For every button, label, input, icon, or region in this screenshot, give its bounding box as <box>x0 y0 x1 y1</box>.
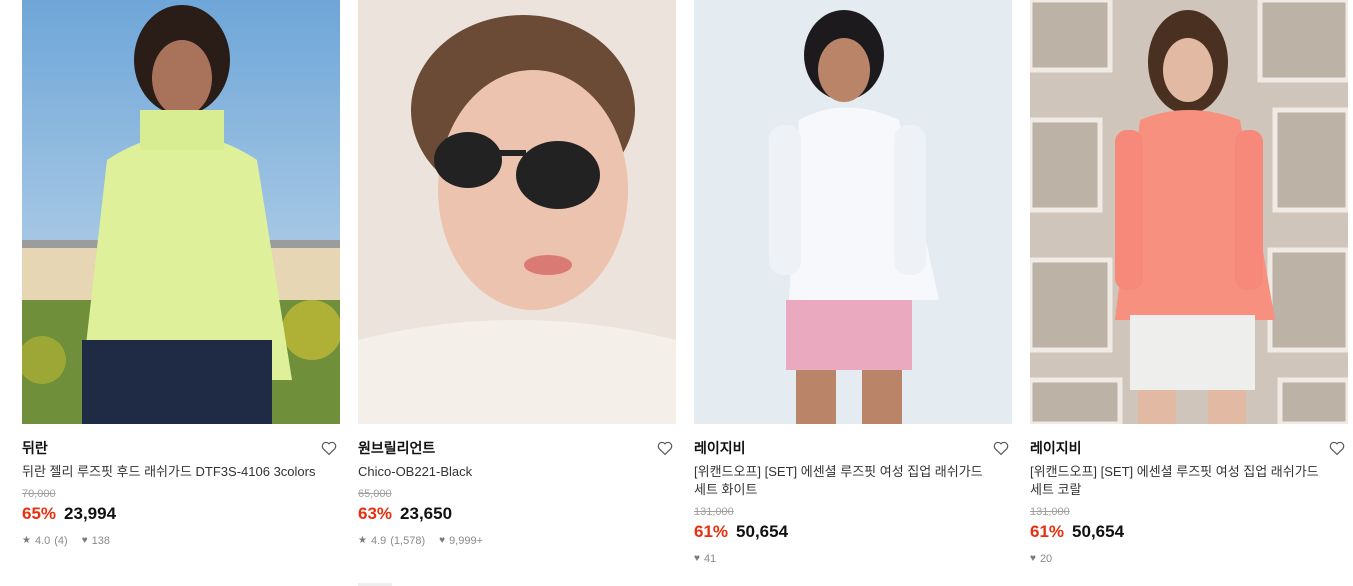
product-meta: ★ 4.0 (4) ♥ 138 <box>22 534 340 548</box>
price-row: 61% 50,654 <box>1030 521 1348 543</box>
product-image[interactable] <box>358 0 676 424</box>
rating-value: 4.0 <box>34 535 51 547</box>
heart-outline-icon[interactable] <box>656 439 674 457</box>
price-row: 65% 23,994 <box>22 503 340 525</box>
original-price: 131,000 <box>1030 506 1070 518</box>
rating-value: 4.9 <box>370 535 387 547</box>
price-row: 61% 50,654 <box>694 521 1012 543</box>
heart-outline-icon[interactable] <box>992 439 1010 457</box>
original-price: 70,000 <box>22 488 56 500</box>
product-image[interactable] <box>1030 0 1348 424</box>
product-title[interactable]: [위캔드오프] [SET] 에센셜 루즈핏 여성 집업 래쉬가드 세트 코랄 <box>1030 463 1330 499</box>
heart-filled-icon: ♥ <box>1030 553 1036 564</box>
sale-price: 23,650 <box>400 504 453 523</box>
product-title[interactable]: [위캔드오프] [SET] 에센셜 루즈핏 여성 집업 래쉬가드 세트 화이트 <box>694 463 994 499</box>
product-meta: ♥ 41 <box>694 552 1012 566</box>
like-count: 138 <box>91 535 111 547</box>
product-meta: ♥ 20 <box>1030 552 1348 566</box>
original-price: 131,000 <box>694 506 734 518</box>
heart-filled-icon: ♥ <box>81 535 88 546</box>
product-image[interactable] <box>22 0 340 424</box>
product-meta: ★ 4.9 (1,578) ♥ 9,999+ <box>358 534 676 548</box>
brand-name[interactable]: 레이지비 <box>694 438 746 458</box>
product-title[interactable]: 뒤란 젤리 루즈핏 후드 래쉬가드 DTF3S-4106 3colors <box>22 463 322 481</box>
discount-rate: 65% <box>22 504 57 523</box>
product-card[interactable]: 레이지비 [위캔드오프] [SET] 에센셜 루즈핏 여성 집업 래쉬가드 세트… <box>694 0 1012 566</box>
discount-rate: 61% <box>1030 522 1065 541</box>
like-count: 20 <box>1039 553 1053 565</box>
heart-filled-icon: ♥ <box>439 535 446 546</box>
review-count: (4) <box>54 535 68 547</box>
star-icon: ★ <box>358 535 367 546</box>
review-count: (1,578) <box>390 535 426 547</box>
like-count: 9,999+ <box>449 535 484 547</box>
sale-price: 50,654 <box>736 522 789 541</box>
heart-outline-icon[interactable] <box>320 439 338 457</box>
like-count: 41 <box>703 553 717 565</box>
product-image[interactable] <box>694 0 1012 424</box>
product-card[interactable]: 레이지비 [위캔드오프] [SET] 에센셜 루즈핏 여성 집업 래쉬가드 세트… <box>1030 0 1348 566</box>
discount-rate: 61% <box>694 522 729 541</box>
star-icon: ★ <box>22 535 31 546</box>
sale-price: 23,994 <box>64 504 117 523</box>
product-grid: 뒤란 뒤란 젤리 루즈핏 후드 래쉬가드 DTF3S-4106 3colors … <box>22 0 1348 586</box>
price-row: 63% 23,650 <box>358 503 676 525</box>
sale-price: 50,654 <box>1072 522 1125 541</box>
product-card[interactable]: 원브릴리언트 Chico-OB221-Black 65,000 63% 23,6… <box>358 0 676 586</box>
product-card[interactable]: 뒤란 뒤란 젤리 루즈핏 후드 래쉬가드 DTF3S-4106 3colors … <box>22 0 340 566</box>
product-title[interactable]: Chico-OB221-Black <box>358 463 658 481</box>
original-price: 65,000 <box>358 488 392 500</box>
heart-outline-icon[interactable] <box>1328 439 1346 457</box>
heart-filled-icon: ♥ <box>694 553 700 564</box>
brand-name[interactable]: 레이지비 <box>1030 438 1082 458</box>
discount-rate: 63% <box>358 504 393 523</box>
brand-name[interactable]: 원브릴리언트 <box>358 438 435 458</box>
brand-name[interactable]: 뒤란 <box>22 438 48 458</box>
